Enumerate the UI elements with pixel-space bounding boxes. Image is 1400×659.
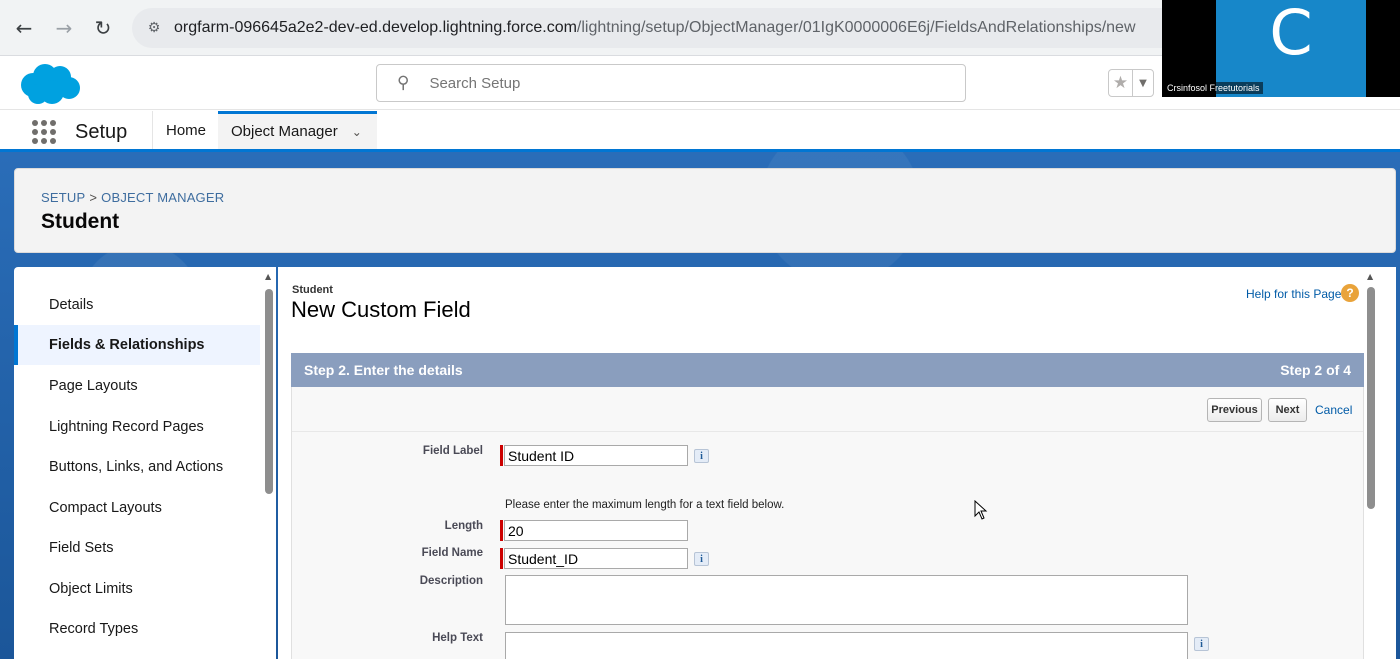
avatar-initial: C — [1269, 0, 1313, 69]
required-indicator — [500, 548, 503, 569]
url-host: orgfarm-096645a2e2-dev-ed.develop.lightn… — [174, 19, 577, 36]
sidebar-item-page-layouts[interactable]: Page Layouts — [14, 366, 260, 406]
reload-icon[interactable]: ↻ — [89, 14, 117, 42]
step-title: Step 2. Enter the details — [304, 362, 463, 378]
help-link[interactable]: Help for this Page — [1246, 287, 1341, 301]
tab-label: Home — [166, 121, 207, 139]
record-header: SETUP > OBJECT MANAGER Student — [14, 168, 1396, 253]
required-indicator — [500, 520, 503, 541]
main-scrollbar[interactable]: ▲ — [1364, 269, 1378, 657]
sidebar-item-record-types[interactable]: Record Types — [14, 609, 260, 649]
sidebar-item-label: Details — [49, 297, 94, 313]
search-input[interactable] — [429, 74, 910, 92]
sidebar-item-label: Field Sets — [49, 540, 114, 556]
setup-search[interactable]: ⚲ — [376, 64, 966, 102]
info-icon[interactable]: i — [1194, 637, 1209, 651]
sidebar-item-lightning-record-pages[interactable]: Lightning Record Pages — [14, 407, 260, 447]
help-icon[interactable]: ? — [1341, 284, 1359, 302]
app-name: Setup — [75, 121, 128, 143]
breadcrumb: SETUP > OBJECT MANAGER — [41, 190, 224, 205]
form-divider — [292, 431, 1363, 432]
tab-label: Object Manager — [231, 123, 338, 140]
scroll-up-icon[interactable]: ▲ — [1367, 272, 1373, 281]
info-icon[interactable]: i — [694, 449, 709, 463]
help-text-textarea[interactable] — [505, 632, 1188, 659]
breadcrumb-setup[interactable]: SETUP — [41, 190, 85, 205]
chevron-down-icon[interactable]: ▼ — [1133, 70, 1153, 96]
cancel-link[interactable]: Cancel — [1315, 403, 1352, 417]
webcam-name: Crsinfosol Freetutorials — [1164, 82, 1263, 94]
salesforce-logo[interactable] — [16, 61, 82, 107]
main-panel: Student New Custom Field Help for this P… — [278, 267, 1396, 659]
scrollbar-thumb[interactable] — [1367, 287, 1375, 509]
sidebar-item-buttons-links-actions[interactable]: Buttons, Links, and Actions — [14, 447, 260, 487]
length-input[interactable] — [504, 520, 688, 541]
mouse-cursor-icon — [974, 500, 988, 520]
field-label-label: Field Label — [422, 445, 483, 457]
sidebar-item-object-limits[interactable]: Object Limits — [14, 569, 260, 609]
url-path: /lightning/setup/ObjectManager/01IgK0000… — [576, 19, 1136, 36]
description-label: Description — [419, 575, 483, 587]
chevron-down-icon[interactable]: ⌄ — [352, 125, 362, 139]
length-label: Length — [444, 520, 483, 532]
sidebar-item-label: Record Types — [49, 621, 139, 637]
step-count: Step 2 of 4 — [1280, 362, 1351, 378]
sidebar-item-label: Lightning Record Pages — [49, 419, 204, 435]
step-header: Step 2. Enter the details Step 2 of 4 — [291, 353, 1364, 387]
sidebar-item-field-sets[interactable]: Field Sets — [14, 528, 260, 568]
help-text-label: Help Text — [432, 632, 483, 644]
field-name-input[interactable] — [504, 548, 688, 569]
sidebar-item-compact-layouts[interactable]: Compact Layouts — [14, 488, 260, 528]
length-hint: Please enter the maximum length for a te… — [505, 499, 785, 511]
address-bar[interactable]: ⚙ orgfarm-096645a2e2-dev-ed.develop.ligh… — [132, 8, 1232, 48]
tab-home[interactable]: Home — [153, 111, 219, 149]
form-area: Previous Next Cancel Field Label i Pleas… — [291, 387, 1364, 659]
scroll-up-icon[interactable]: ▲ — [265, 272, 271, 281]
star-icon[interactable]: ★ — [1109, 70, 1133, 96]
object-sidebar: Details Fields & Relationships Page Layo… — [14, 267, 276, 659]
sidebar-item-label: Fields & Relationships — [49, 337, 205, 353]
sidebar-item-label: Object Limits — [49, 581, 133, 597]
object-label: Student — [292, 284, 333, 296]
forward-icon[interactable]: → — [50, 14, 78, 42]
sidebar-item-details[interactable]: Details — [14, 285, 260, 325]
scrollbar-thumb[interactable] — [265, 289, 273, 494]
field-label-input[interactable] — [504, 445, 688, 466]
next-button[interactable]: Next — [1268, 398, 1307, 422]
context-nav: Setup Home Object Manager ⌄ — [0, 111, 1400, 152]
breadcrumb-object-manager[interactable]: OBJECT MANAGER — [101, 190, 224, 205]
favorites-group: ★ ▼ — [1108, 69, 1154, 97]
required-indicator — [500, 445, 503, 466]
description-textarea[interactable] — [505, 575, 1188, 625]
site-settings-icon[interactable]: ⚙ — [144, 18, 164, 38]
page-title: Student — [41, 210, 120, 233]
tab-object-manager[interactable]: Object Manager ⌄ — [218, 111, 377, 149]
sidebar-item-fields-relationships[interactable]: Fields & Relationships — [14, 325, 260, 365]
sidebar-item-label: Buttons, Links, and Actions — [49, 459, 224, 475]
search-icon: ⚲ — [397, 73, 410, 93]
field-name-label: Field Name — [421, 547, 483, 559]
sidebar-item-label: Page Layouts — [49, 378, 138, 394]
app-launcher-icon[interactable] — [32, 120, 56, 144]
webcam-overlay: C Crsinfosol Freetutorials — [1162, 0, 1400, 97]
sidebar-item-label: Compact Layouts — [49, 500, 162, 516]
info-icon[interactable]: i — [694, 552, 709, 566]
breadcrumb-separator: > — [89, 190, 98, 205]
page-heading: New Custom Field — [291, 297, 471, 322]
back-icon[interactable]: ← — [10, 14, 38, 42]
previous-button[interactable]: Previous — [1207, 398, 1262, 422]
sidebar-scrollbar[interactable]: ▲ — [262, 269, 276, 657]
